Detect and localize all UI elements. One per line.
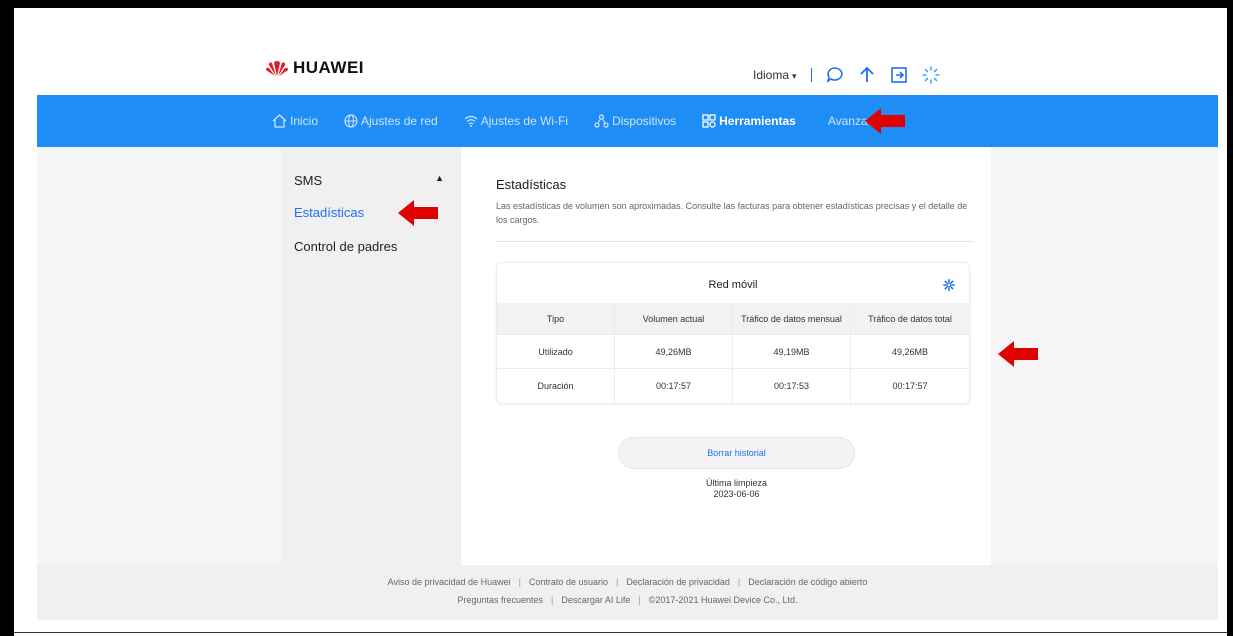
footer-links-row-1: Aviso de privacidad de Huawei | Contrato d… — [387, 577, 868, 587]
table-cell: 49,19MB — [733, 335, 851, 369]
tools-icon — [702, 114, 716, 128]
page-description: Las estadísticas de volumen son aproxima… — [496, 201, 968, 225]
language-selector[interactable]: Idioma ▾ — [753, 68, 797, 82]
mobile-network-card: Red móvil Tipo Volumen actual Tráfico de… — [496, 262, 970, 404]
screenshot-frame-bottom — [14, 632, 1227, 633]
nav-item-label: Herramientas — [719, 114, 796, 128]
nav-item-ajustes-de-red[interactable]: Ajustes de red — [344, 114, 438, 128]
nav-item-inicio[interactable]: Inicio — [272, 114, 318, 128]
footer-link-user-agreement[interactable]: Contrato de usuario — [529, 577, 608, 587]
last-clean-date: 2023-06-06 — [713, 489, 760, 499]
column-header: Volumen actual — [615, 303, 733, 335]
last-clean-label: Última limpieza — [705, 478, 767, 488]
footer: Aviso de privacidad de Huawei | Contrato d… — [37, 565, 1218, 620]
main-navbar: Inicio Ajustes de red Ajustes de Wi-Fi D… — [37, 95, 1218, 147]
table-row: Utilizado 49,26MB 49,19MB 49,26MB — [497, 335, 969, 369]
nav-item-label: Ajustes de Wi-Fi — [480, 114, 569, 128]
table-cell: 00:17:57 — [615, 369, 733, 403]
screenshot-frame-left — [0, 0, 14, 636]
logout-icon[interactable] — [890, 66, 908, 84]
nav-item-dispositivos[interactable]: Dispositivos — [594, 114, 676, 128]
footer-link-privacy-notice[interactable]: Aviso de privacidad de Huawei — [388, 577, 511, 587]
column-header: Tráfico de datos total — [851, 303, 969, 335]
column-header: Tipo — [497, 303, 615, 335]
header-actions: Idioma ▾ — [753, 66, 940, 84]
table-row: Duración 00:17:57 00:17:53 00:17:57 — [497, 369, 969, 403]
home-icon — [272, 114, 287, 128]
devices-icon — [594, 114, 609, 128]
card-title: Red móvil — [708, 279, 758, 291]
chat-icon[interactable] — [826, 66, 844, 84]
huawei-logo[interactable]: HUAWEI — [265, 58, 364, 78]
sidebar-item-estadisticas[interactable]: Estadísticas — [294, 205, 364, 220]
screenshot-frame-top — [0, 0, 1233, 8]
nav-item-ajustes-wifi[interactable]: Ajustes de Wi-Fi — [464, 114, 568, 128]
divider — [496, 241, 974, 242]
nav-item-label: Ajustes de red — [361, 114, 438, 128]
footer-link-faq[interactable]: Preguntas frecuentes — [457, 595, 543, 605]
loading-icon — [921, 66, 940, 84]
sidebar-item-control-de-padres[interactable]: Control de padres — [294, 239, 397, 254]
table-cell: Duración — [497, 369, 615, 403]
column-header: Tráfico de datos mensual — [733, 303, 851, 335]
footer-links-row-2: Preguntas frecuentes | Descargar AI Life | ©… — [457, 595, 798, 605]
caret-down-icon: ▾ — [792, 71, 797, 81]
annotation-arrow-icon — [865, 108, 905, 134]
globe-icon — [344, 114, 358, 128]
footer-link-download-ai-life[interactable]: Descargar AI Life — [561, 595, 630, 605]
upload-icon[interactable] — [858, 66, 876, 84]
footer-link-privacy-statement[interactable]: Declaración de privacidad — [626, 577, 730, 587]
table-cell: 49,26MB — [615, 335, 733, 369]
last-clean-info: Última limpieza 2023-06-06 — [618, 478, 855, 500]
huawei-flower-icon — [266, 60, 288, 76]
top-header — [14, 8, 1227, 95]
header-separator — [810, 68, 812, 82]
screenshot-frame-right — [1227, 0, 1233, 636]
footer-link-open-source[interactable]: Declaración de código abierto — [748, 577, 867, 587]
nav-item-herramientas[interactable]: Herramientas — [702, 114, 796, 128]
gear-icon[interactable] — [943, 278, 955, 296]
table-cell: 00:17:57 — [892, 381, 928, 391]
table-header-row: Tipo Volumen actual Tráfico de datos men… — [497, 303, 969, 335]
caret-up-icon: ▲ — [435, 173, 444, 183]
annotation-arrow-icon — [998, 341, 1038, 367]
main-panel: Estadísticas Las estadísticas de volumen… — [461, 147, 991, 565]
sidebar-section-sms[interactable]: SMS ▲ — [294, 173, 444, 188]
table-cell: 49,26MB — [851, 335, 969, 369]
brand-name: HUAWEI — [293, 58, 364, 77]
wifi-icon — [464, 115, 478, 127]
nav-item-label: Inicio — [290, 114, 319, 128]
footer-copyright: ©2017-2021 Huawei Device Co., Ltd. — [648, 595, 798, 605]
table-cell: Utilizado — [497, 335, 615, 369]
page-title: Estadísticas — [496, 177, 567, 192]
language-label: Idioma — [753, 68, 790, 82]
nav-item-label: Dispositivos — [612, 114, 677, 128]
clear-history-button[interactable]: Borrar historial — [618, 437, 855, 469]
table-cell: 00:17:53 — [733, 369, 851, 403]
stats-table: Tipo Volumen actual Tráfico de datos men… — [497, 303, 969, 403]
sidebar-section-label: SMS — [294, 173, 323, 188]
annotation-arrow-icon — [398, 200, 438, 226]
